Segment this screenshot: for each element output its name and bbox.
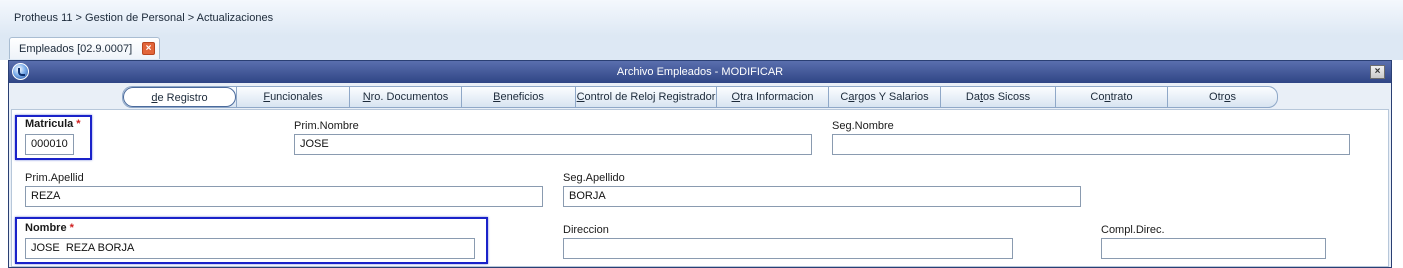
breadcrumb-bar: Protheus 11 > Gestion de Personal > Actu… — [0, 0, 1403, 37]
tab-datos-sicoss[interactable]: Datos Sicoss — [940, 87, 1055, 107]
document-tabstrip: Empleados [02.9.0007] × — [0, 36, 1403, 60]
required-marker: * — [69, 222, 74, 234]
compl-direc-field[interactable] — [1101, 238, 1326, 259]
direccion-field[interactable] — [563, 238, 1013, 259]
breadcrumb: Protheus 11 > Gestion de Personal > Actu… — [14, 12, 274, 24]
matricula-label: Matricula * — [25, 118, 81, 130]
window-titlebar: Archivo Empleados - MODIFICAR × — [9, 61, 1391, 83]
required-marker: * — [76, 118, 81, 130]
window-title: Archivo Empleados - MODIFICAR — [616, 66, 784, 78]
tab-funcionales[interactable]: Funcionales — [236, 87, 349, 107]
prim-apellid-field[interactable]: REZA — [25, 186, 543, 207]
seg-nombre-field[interactable] — [832, 134, 1350, 155]
tab-contrato[interactable]: Contrato — [1055, 87, 1167, 107]
window-close-icon[interactable]: × — [1370, 65, 1385, 79]
tab-nro-documentos[interactable]: Nro. Documentos — [349, 87, 461, 107]
form-panel: Matricula * 000010 Prim.Nombre JOSE Seg.N… — [11, 109, 1389, 267]
nombre-field[interactable]: JOSE REZA BORJA — [25, 238, 475, 259]
seg-nombre-label: Seg.Nombre — [832, 120, 894, 132]
tab-de-registro[interactable]: de Registro — [123, 87, 236, 107]
close-tab-icon[interactable]: × — [142, 42, 155, 55]
matricula-field[interactable]: 000010 — [25, 134, 74, 155]
tab-control-de-reloj[interactable]: Control de Reloj Registrador — [575, 87, 716, 107]
employee-window: Archivo Empleados - MODIFICAR × de Regis… — [8, 60, 1392, 268]
seg-apellido-field[interactable]: BORJA — [563, 186, 1081, 207]
tab-cargos-y-salarios[interactable]: Cargos Y Salarios — [828, 87, 940, 107]
document-tab-empleados[interactable]: Empleados [02.9.0007] × — [9, 37, 160, 59]
document-tab-label: Empleados [02.9.0007] — [19, 43, 133, 55]
prim-nombre-field[interactable]: JOSE — [294, 134, 812, 155]
seg-apellido-label: Seg.Apellido — [563, 172, 625, 184]
nombre-label: Nombre * — [25, 222, 74, 234]
direccion-label: Direccion — [563, 224, 609, 236]
prim-apellid-label: Prim.Apellid — [25, 172, 84, 184]
tab-beneficios[interactable]: Beneficios — [461, 87, 575, 107]
prim-nombre-label: Prim.Nombre — [294, 120, 359, 132]
tab-otra-informacion[interactable]: Otra Informacion — [716, 87, 828, 107]
tab-otros[interactable]: Otros — [1167, 87, 1277, 107]
compl-direc-label: Compl.Direc. — [1101, 224, 1165, 236]
folder-tabs-row: de Registro Funcionales Nro. Documentos … — [9, 83, 1391, 109]
folder-tabs: de Registro Funcionales Nro. Documentos … — [122, 86, 1278, 108]
